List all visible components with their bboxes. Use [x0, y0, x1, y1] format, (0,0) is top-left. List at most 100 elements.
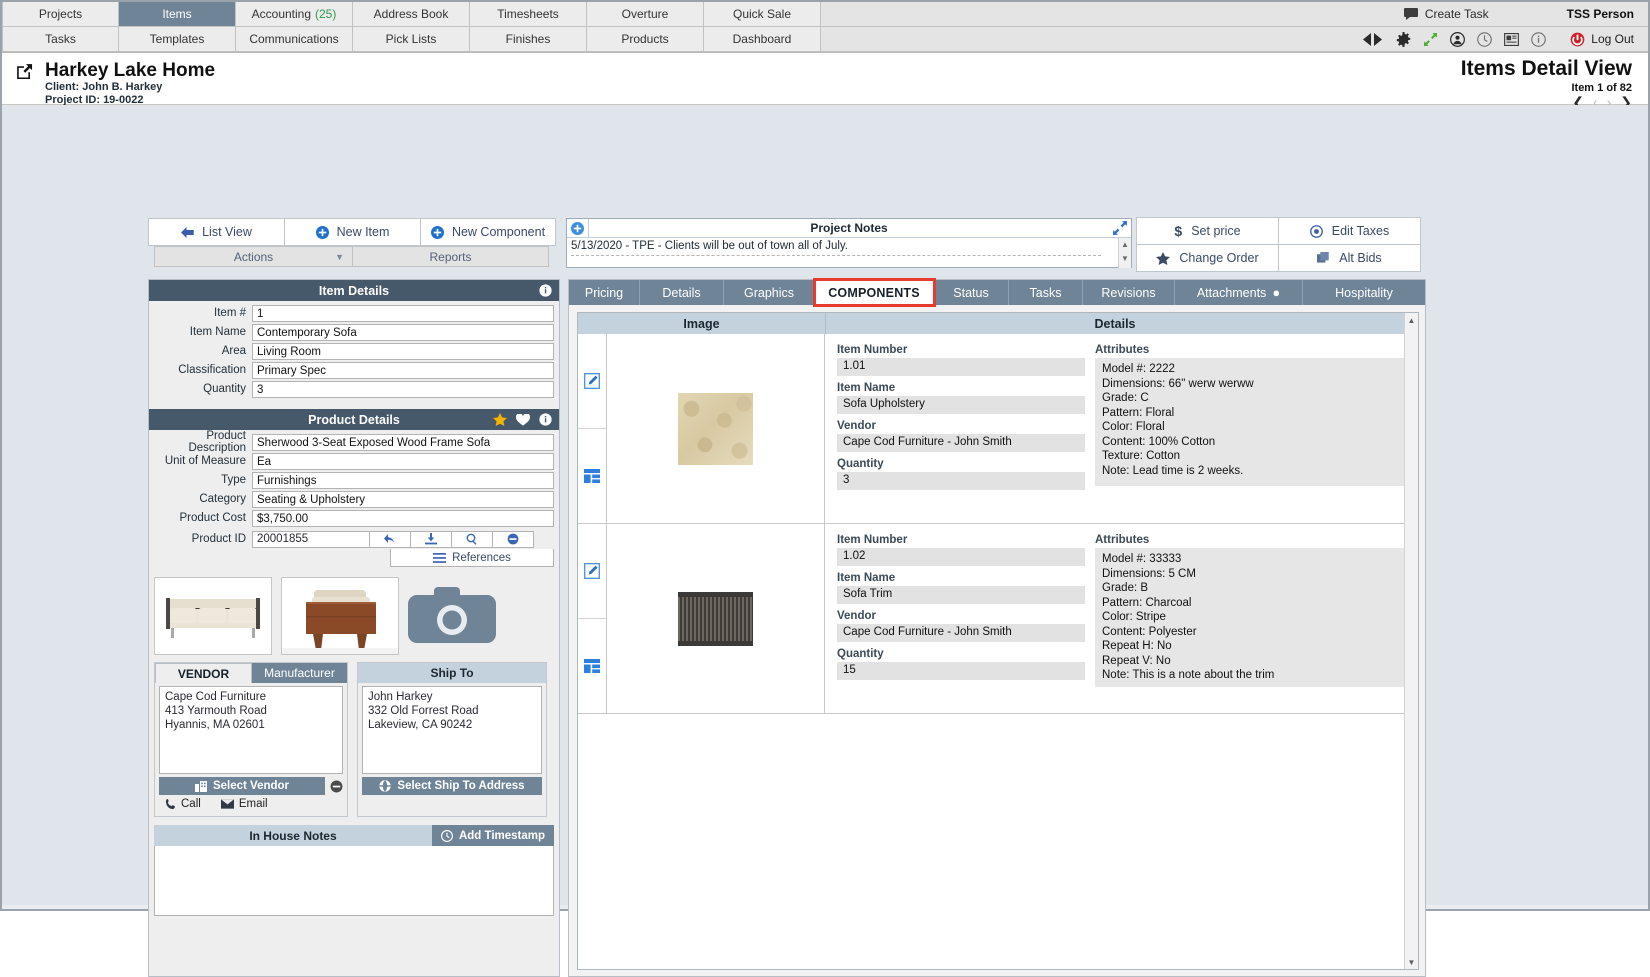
nav-tab-quick-sale[interactable]: Quick Sale — [704, 2, 821, 27]
nav-tab-finishes[interactable]: Finishes — [470, 27, 587, 52]
tab-attachments[interactable]: Attachments ● — [1175, 280, 1303, 305]
star-icon[interactable] — [493, 413, 507, 426]
tab-revisions[interactable]: Revisions — [1083, 280, 1175, 305]
value-quantity[interactable]: 3 — [837, 472, 1085, 490]
reports-dropdown[interactable]: Reports — [352, 246, 549, 267]
expand-project-notes-button[interactable] — [1108, 218, 1132, 237]
field-category-input[interactable]: Seating & Upholstery — [252, 490, 554, 508]
value-item-name[interactable]: Sofa Upholstery — [837, 396, 1085, 414]
vendor-address[interactable]: Cape Cod Furniture 413 Yarmouth Road Hya… — [159, 686, 343, 774]
nav-tab-tasks[interactable]: Tasks — [2, 27, 119, 52]
tab-details[interactable]: Details — [640, 280, 724, 305]
references-button[interactable]: References — [390, 549, 554, 567]
new-component-button[interactable]: New Component — [420, 218, 556, 246]
field-area-input[interactable]: Living Room — [252, 342, 554, 360]
components-grid-scrollbar[interactable]: ▲ ▼ — [1404, 313, 1418, 969]
open-external-icon[interactable] — [16, 63, 33, 80]
in-house-notes-textarea[interactable] — [154, 846, 554, 916]
expand-arrows-icon[interactable] — [1423, 32, 1438, 47]
tab-pricing[interactable]: Pricing — [569, 280, 640, 305]
report-icon[interactable] — [1504, 32, 1520, 46]
scroll-up-icon[interactable]: ▲ — [1119, 238, 1131, 252]
nav-tab-dashboard[interactable]: Dashboard — [704, 27, 821, 52]
table-row[interactable]: Item Number 1.01 Item Name Sofa Upholste… — [578, 334, 1418, 524]
nav-tab-accounting[interactable]: Accounting (25) — [236, 2, 353, 27]
scroll-up-icon[interactable]: ▲ — [1405, 313, 1418, 327]
component-detail-icon[interactable] — [578, 618, 606, 713]
logout-button[interactable]: Log Out — [1570, 32, 1634, 47]
set-price-button[interactable]: $ Set price — [1136, 217, 1279, 245]
value-vendor[interactable]: Cape Cod Furniture - John Smith — [837, 434, 1085, 452]
remove-vendor-button[interactable] — [330, 780, 343, 793]
tab-manufacturer[interactable]: Manufacturer — [252, 663, 347, 683]
list-view-button[interactable]: List View — [148, 218, 284, 246]
nav-tab-pick-lists[interactable]: Pick Lists — [353, 27, 470, 52]
ship-to-address[interactable]: John Harkey 332 Old Forrest Road Lakevie… — [362, 686, 542, 774]
edit-component-icon[interactable] — [578, 334, 606, 428]
nav-tab-items[interactable]: Items — [119, 2, 236, 27]
user-circle-icon[interactable] — [1450, 31, 1466, 47]
product-image-front[interactable] — [154, 577, 272, 655]
component-image-cell[interactable] — [607, 334, 825, 523]
create-task-button[interactable]: Create Task — [1403, 7, 1489, 21]
field-item-number-input[interactable]: 1 — [252, 304, 554, 322]
nav-tab-address-book[interactable]: Address Book — [353, 2, 470, 27]
field-unit-of-measure-input[interactable]: Ea — [252, 452, 554, 470]
field-product-description-input[interactable]: Sherwood 3-Seat Exposed Wood Frame Sofa — [252, 433, 554, 451]
value-item-number[interactable]: 1.01 — [837, 358, 1085, 376]
clock-icon[interactable] — [1477, 31, 1493, 47]
select-vendor-button[interactable]: Select Vendor — [159, 777, 325, 795]
field-classification-input[interactable]: Primary Spec — [252, 361, 554, 379]
actions-dropdown[interactable]: Actions ▼ — [154, 246, 352, 267]
value-quantity[interactable]: 15 — [837, 662, 1085, 680]
call-vendor-button[interactable]: Call — [165, 798, 201, 810]
tab-graphics[interactable]: Graphics — [724, 280, 815, 305]
nav-tab-projects[interactable]: Projects — [2, 2, 119, 27]
nav-tab-overture[interactable]: Overture — [587, 2, 704, 27]
import-product-button[interactable] — [411, 530, 452, 548]
field-product-id-input[interactable]: 20001855 — [252, 530, 370, 548]
nav-tab-communications[interactable]: Communications — [236, 27, 353, 52]
edit-taxes-button[interactable]: Edit Taxes — [1278, 217, 1421, 245]
edit-component-icon[interactable] — [578, 524, 606, 618]
field-product-cost-input[interactable]: $3,750.00 — [252, 509, 554, 527]
new-item-button[interactable]: New Item — [284, 218, 420, 246]
search-product-button[interactable] — [452, 530, 493, 548]
value-item-name[interactable]: Sofa Trim — [837, 586, 1085, 604]
value-vendor[interactable]: Cape Cod Furniture - John Smith — [837, 624, 1085, 642]
scroll-down-icon[interactable]: ▼ — [1119, 252, 1131, 266]
scrollbar-track[interactable] — [1405, 327, 1418, 955]
project-notes-scrollbar[interactable]: ▲ ▼ — [1118, 238, 1131, 268]
add-timestamp-button[interactable]: Add Timestamp — [432, 825, 554, 846]
component-image-cell[interactable] — [607, 524, 825, 713]
heart-icon[interactable] — [516, 413, 530, 426]
change-order-button[interactable]: Change Order — [1136, 244, 1279, 272]
add-photo-icon[interactable] — [408, 585, 496, 647]
email-vendor-button[interactable]: Email — [220, 798, 268, 810]
tab-status[interactable]: Status — [934, 280, 1009, 305]
project-notes-body[interactable]: 5/13/2020 - TPE - Clients will be out of… — [567, 238, 1131, 268]
remove-product-button[interactable] — [493, 530, 534, 548]
field-item-name-input[interactable]: Contemporary Sofa — [252, 323, 554, 341]
tab-vendor[interactable]: VENDOR — [155, 663, 252, 683]
nav-tab-templates[interactable]: Templates — [119, 27, 236, 52]
value-item-number[interactable]: 1.02 — [837, 548, 1085, 566]
field-type-input[interactable]: Furnishings — [252, 471, 554, 489]
info-circle-icon[interactable] — [539, 284, 552, 297]
go-to-product-button[interactable] — [370, 530, 411, 548]
previous-next-arrows-icon[interactable] — [1362, 32, 1384, 46]
alt-bids-button[interactable]: Alt Bids — [1278, 244, 1421, 272]
component-detail-icon[interactable] — [578, 428, 606, 523]
info-circle-icon[interactable] — [1531, 31, 1547, 47]
nav-tab-products[interactable]: Products — [587, 27, 704, 52]
tab-hospitality[interactable]: Hospitality — [1303, 280, 1425, 305]
select-ship-to-address-button[interactable]: Select Ship To Address — [362, 777, 542, 795]
add-project-note-button[interactable] — [567, 218, 589, 238]
field-quantity-input[interactable]: 3 — [252, 380, 554, 398]
nav-tab-timesheets[interactable]: Timesheets — [470, 2, 587, 27]
info-circle-icon[interactable] — [539, 413, 552, 426]
gear-icon[interactable] — [1396, 31, 1411, 47]
product-image-back[interactable] — [281, 577, 399, 655]
tab-components[interactable]: COMPONENTS — [813, 278, 936, 307]
tab-tasks[interactable]: Tasks — [1009, 280, 1083, 305]
